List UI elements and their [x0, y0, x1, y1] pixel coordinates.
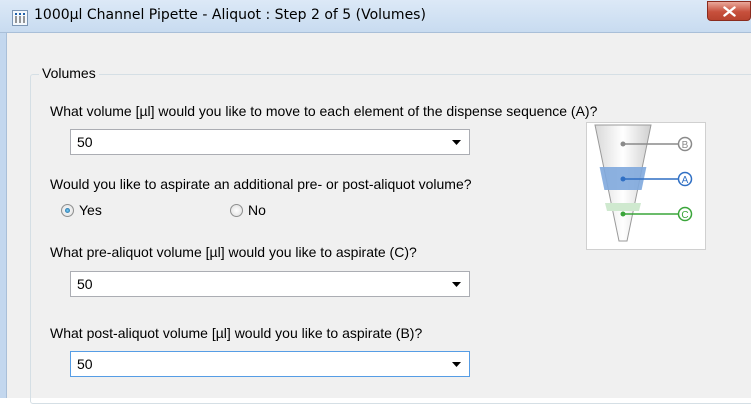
pre-aliquot-value: 50 — [77, 276, 93, 292]
additional-volume-label: Would you like to aspirate an additional… — [50, 176, 472, 192]
pre-aliquot-label: What pre-aliquot volume [µl] would you l… — [50, 244, 417, 260]
dispense-volume-combobox[interactable]: 50 — [70, 129, 470, 155]
dispense-volume-label: What volume [µl] would you like to move … — [50, 103, 598, 119]
title-bar[interactable]: 1000µl Channel Pipette - Aliquot : Step … — [0, 0, 751, 33]
radio-circle-yes[interactable] — [61, 204, 74, 217]
chevron-down-icon — [452, 140, 461, 145]
marker-c-label: C — [681, 210, 688, 221]
post-aliquot-combobox[interactable]: 50 — [70, 351, 470, 377]
post-aliquot-value: 50 — [77, 356, 93, 372]
marker-b-label: B — [682, 140, 689, 151]
dialog-window: 1000µl Channel Pipette - Aliquot : Step … — [0, 0, 751, 404]
dispense-volume-value: 50 — [77, 134, 93, 150]
chevron-down-icon — [452, 362, 461, 367]
close-button[interactable] — [707, 1, 751, 21]
radio-selected-dot — [65, 208, 70, 213]
no-radio-label[interactable]: No — [248, 202, 266, 219]
pre-aliquot-combobox[interactable]: 50 — [70, 271, 470, 297]
pipette-channels-icon — [12, 10, 28, 26]
chevron-down-icon — [452, 282, 461, 287]
pipette-tip-illustration: B A C — [586, 122, 706, 250]
post-aliquot-label: What post-aliquot volume [µl] would you … — [50, 325, 423, 341]
close-x-icon — [723, 6, 736, 17]
window-title: 1000µl Channel Pipette - Aliquot : Step … — [34, 7, 426, 23]
volumes-group-title: Volumes — [39, 65, 99, 81]
marker-a-label: A — [682, 175, 689, 186]
radio-circle-no[interactable] — [230, 204, 243, 217]
yes-radio-label[interactable]: Yes — [79, 202, 102, 219]
pipette-tip-diagram: B A C — [594, 124, 693, 242]
